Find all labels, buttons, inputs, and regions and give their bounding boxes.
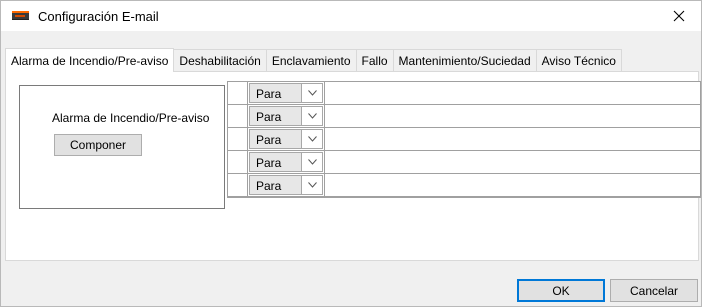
row-header[interactable] <box>228 82 248 104</box>
row-header[interactable] <box>228 151 248 173</box>
tab-maintenance[interactable]: Mantenimiento/Suciedad <box>392 49 537 71</box>
tab-fire-alarm[interactable]: Alarma de Incendio/Pre-aviso <box>5 48 175 72</box>
recipient-address-cell[interactable] <box>324 128 700 150</box>
email-config-dialog: Configuración E-mail Alarma de Incendio/… <box>0 0 702 307</box>
row-header[interactable] <box>228 105 248 127</box>
recipient-address-cell[interactable] <box>324 82 700 104</box>
recipient-type-select[interactable]: Para <box>249 83 323 103</box>
tab-technical-warning[interactable]: Aviso Técnico <box>535 49 622 71</box>
row-header[interactable] <box>228 128 248 150</box>
tab-panel: Alarma de Incendio/Pre-aviso Componer Pa… <box>5 71 701 261</box>
recipient-type-value: Para <box>256 110 282 124</box>
window-title: Configuración E-mail <box>38 9 159 24</box>
alarm-group-box: Alarma de Incendio/Pre-aviso Componer <box>19 85 225 209</box>
recipient-row: Para <box>228 174 700 197</box>
recipient-row: Para <box>228 128 700 151</box>
chevron-down-icon[interactable] <box>301 153 322 171</box>
recipient-row: Para <box>228 82 700 105</box>
group-label: Alarma de Incendio/Pre-aviso <box>52 111 210 125</box>
recipient-row: Para <box>228 105 700 128</box>
compose-button[interactable]: Componer <box>54 134 142 156</box>
recipient-type-select[interactable]: Para <box>249 129 323 149</box>
close-icon <box>673 10 685 22</box>
row-header[interactable] <box>228 174 248 196</box>
chevron-down-icon[interactable] <box>301 107 322 125</box>
tab-disablement[interactable]: Deshabilitación <box>173 49 267 71</box>
recipient-type-value: Para <box>256 133 282 147</box>
recipient-address-cell[interactable] <box>324 105 700 127</box>
ok-button[interactable]: OK <box>517 279 605 302</box>
title-bar: Configuración E-mail <box>1 1 701 31</box>
recipient-type-select[interactable]: Para <box>249 152 323 172</box>
chevron-down-icon[interactable] <box>301 176 322 194</box>
recipient-type-select[interactable]: Para <box>249 106 323 126</box>
recipient-type-value: Para <box>256 156 282 170</box>
chevron-down-icon[interactable] <box>301 84 322 102</box>
fire-panel-icon <box>12 11 29 20</box>
tab-strip: Alarma de Incendio/Pre-aviso Deshabilita… <box>5 48 622 72</box>
recipient-address-cell[interactable] <box>324 151 700 173</box>
recipient-address-cell[interactable] <box>324 174 700 196</box>
close-button[interactable] <box>657 1 701 31</box>
tab-interlock[interactable]: Enclavamiento <box>265 49 357 71</box>
cancel-button[interactable]: Cancelar <box>610 279 698 302</box>
tab-fault[interactable]: Fallo <box>355 49 394 71</box>
recipient-type-value: Para <box>256 179 282 193</box>
recipient-type-select[interactable]: Para <box>249 175 323 195</box>
recipient-row: Para <box>228 151 700 174</box>
recipients-grid: Para Para Para Para Para <box>227 81 701 198</box>
chevron-down-icon[interactable] <box>301 130 322 148</box>
recipient-type-value: Para <box>256 87 282 101</box>
